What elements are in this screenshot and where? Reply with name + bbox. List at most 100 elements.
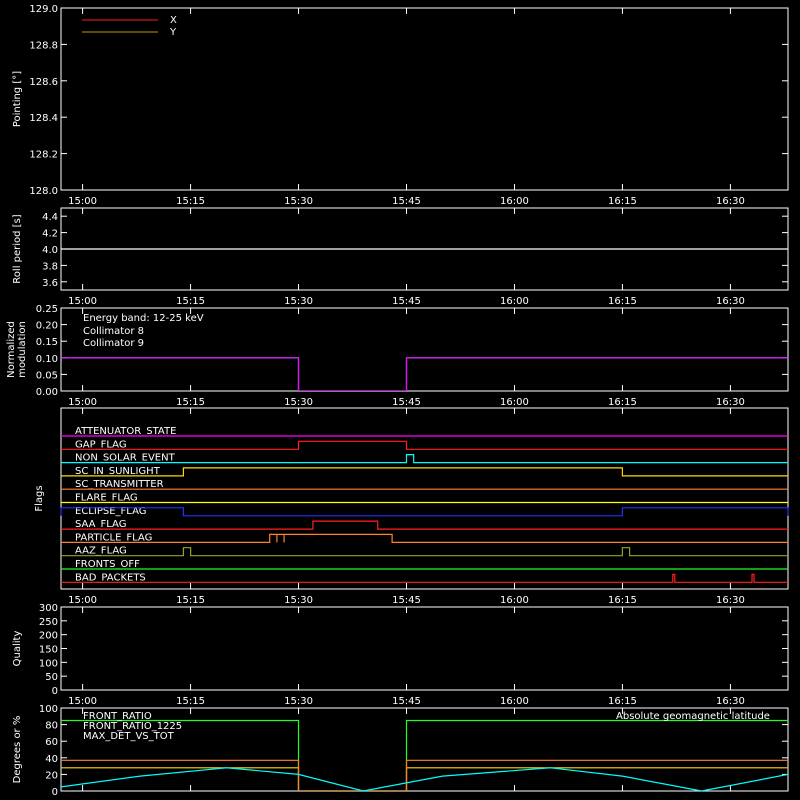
x-tick-label: 16:00: [500, 196, 529, 207]
panel-4: 15:00 15:15 15:30 15:45 16:00 16:15 16:30 Flags…: [34, 407, 789, 606]
x-tick-label: 15:00: [68, 696, 97, 707]
x-tick-label: 16:30: [716, 296, 745, 307]
legend-label: MAX_DET_VS_TOT: [83, 731, 175, 742]
y-axis-label: Normalizedmodulation: [6, 321, 28, 378]
y-tick-label: 0: [52, 787, 58, 798]
x-tick-label: 15:00: [68, 397, 97, 408]
y-tick-label: 4.2: [42, 229, 58, 240]
y-tick-label: 128.2: [29, 150, 58, 161]
x-tick-label: 16:15: [608, 696, 637, 707]
y-tick-label: 3.8: [42, 261, 58, 272]
x-tick-label: 16:30: [716, 196, 745, 207]
y-tick-label: 4.0: [42, 245, 58, 256]
hessi-quicklook-figure: 15:00 15:15 15:30 15:45 16:00 16:15 16:30 128.0…: [6, 4, 789, 798]
panel-6: 020406080100Degrees or % FRONT_RATIOFRONT…: [12, 704, 789, 798]
y-tick-label: 0.00: [36, 387, 58, 398]
y-tick-label: 100: [39, 658, 58, 669]
y-axis-label: Degrees or %: [12, 716, 23, 784]
x-tick-label: 16:30: [716, 696, 745, 707]
x-tick-label: 15:45: [392, 696, 421, 707]
y-tick-label: 250: [39, 617, 58, 628]
flag-line: [60, 507, 789, 517]
x-tick-label: 16:00: [500, 397, 529, 408]
x-tick-label: 15:15: [176, 296, 205, 307]
x-tick-label: 15:30: [284, 696, 313, 707]
x-tick-label: 16:00: [500, 595, 529, 606]
x-tick-label: 16:15: [608, 397, 637, 408]
legend-label-geomagnetic: Absolute geomagnetic latitude: [616, 711, 770, 722]
flag-line: [61, 520, 788, 530]
y-axis-label: Flags: [34, 485, 45, 511]
y-tick-label: 40: [45, 754, 58, 765]
series-line-2: [61, 357, 788, 391]
y-tick-label: 0.10: [36, 354, 58, 365]
x-tick-label: 15:15: [176, 397, 205, 408]
flag-label: SC_TRANSMITTER: [75, 479, 164, 490]
y-tick-label: 300: [39, 603, 58, 614]
y-tick-label: 0.05: [36, 370, 58, 381]
x-tick-label: 15:45: [392, 397, 421, 408]
x-tick-label: 15:45: [392, 196, 421, 207]
x-tick-label: 15:00: [68, 296, 97, 307]
x-tick-label: 15:00: [68, 595, 97, 606]
y-tick-label: 100: [39, 704, 58, 715]
x-tick-label: 15:45: [392, 296, 421, 307]
x-tick-label: 15:00: [68, 196, 97, 207]
flag-label: PARTICLE_FLAG: [75, 532, 152, 543]
y-tick-label: 129.0: [29, 4, 58, 15]
series-line-4: [61, 767, 788, 791]
flag-line: [61, 467, 788, 477]
flag-label: GAP_FLAG: [75, 439, 127, 450]
x-tick-label: 16:15: [608, 196, 637, 207]
flag-label: NON_SOLAR_EVENT: [75, 453, 176, 464]
flag-label: ATTENUATOR_STATE: [75, 426, 176, 437]
y-tick-label: 0.15: [36, 337, 58, 348]
x-tick-label: 16:15: [608, 595, 637, 606]
y-tick-label: 60: [45, 737, 58, 748]
x-tick-label: 15:30: [284, 595, 313, 606]
y-tick-label: 200: [39, 631, 58, 642]
y-tick-label: 0: [52, 686, 58, 697]
flag-label: SC_IN_SUNLIGHT: [75, 466, 161, 477]
x-tick-label: 15:30: [284, 397, 313, 408]
y-tick-label: 128.8: [29, 40, 58, 51]
flag-label: AAZ_FLAG: [75, 546, 127, 557]
series-line-1: [61, 357, 788, 391]
legend-label: Collimator 9: [83, 338, 144, 349]
y-axis-label: Quality: [12, 631, 23, 667]
x-tick-label: 16:00: [500, 696, 529, 707]
legend-label: X: [170, 15, 177, 26]
panel-3: 15:00 15:15 15:30 15:45 16:00 16:15 16:30 0.00 0…: [6, 304, 789, 408]
x-tick-label: 15:15: [176, 196, 205, 207]
x-tick-label: 16:30: [716, 595, 745, 606]
x-tick-label: 15:15: [176, 595, 205, 606]
x-tick-label: 16:00: [500, 296, 529, 307]
y-axis-label: Pointing [°]: [12, 71, 23, 127]
x-tick-label: 15:15: [176, 696, 205, 707]
flag-line: [61, 533, 788, 543]
y-tick-label: 128.6: [29, 77, 58, 88]
y-tick-label: 128.4: [29, 113, 58, 124]
y-tick-label: 50: [45, 672, 58, 683]
flag-label: SAA_FLAG: [75, 519, 126, 530]
energy-band-annotation: Energy band: 12-25 keV: [83, 313, 204, 324]
flag-line: [61, 573, 788, 583]
x-tick-label: 15:45: [392, 595, 421, 606]
flag-label: FLARE_FLAG: [75, 493, 138, 504]
panel-1: 15:00 15:15 15:30 15:45 16:00 16:15 16:30 128.0…: [12, 4, 789, 207]
y-tick-label: 20: [45, 770, 58, 781]
x-tick-label: 16:15: [608, 296, 637, 307]
panel-2: 15:00 15:15 15:30 15:45 16:00 16:15 16:30 3.6 3.…: [12, 207, 789, 307]
panel-5: 15:00 15:15 15:30 15:45 16:00 16:15 16:30 0 50 10…: [12, 603, 789, 707]
y-tick-label: 128.0: [29, 186, 58, 197]
y-tick-label: 4.4: [42, 212, 58, 223]
flag-label: FRONTS_OFF: [75, 559, 140, 570]
y-axis-label: Roll period [s]: [12, 214, 23, 283]
x-tick-label: 15:30: [284, 296, 313, 307]
legend-label: Collimator 8: [83, 326, 144, 337]
y-tick-label: 3.6: [42, 278, 58, 289]
legend-label: Y: [169, 27, 177, 38]
y-tick-label: 0.25: [36, 304, 58, 315]
flag-line: [61, 547, 788, 557]
y-tick-label: 80: [45, 721, 58, 732]
